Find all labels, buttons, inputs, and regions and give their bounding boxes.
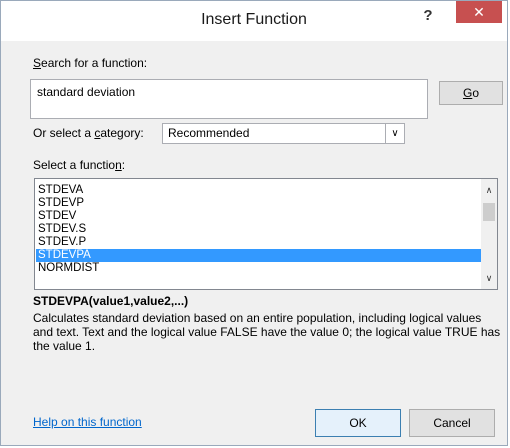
insert-function-dialog: Insert Function ? ✕ Search for a functio… bbox=[0, 0, 508, 446]
category-select[interactable]: Recommended bbox=[162, 123, 405, 144]
list-item[interactable]: STDEVA bbox=[36, 184, 482, 197]
chevron-down-icon[interactable]: ∨ bbox=[385, 123, 405, 144]
go-button-text: o bbox=[472, 86, 480, 100]
search-label-text: earch for a function: bbox=[41, 56, 148, 70]
help-on-function-link[interactable]: Help on this function bbox=[33, 415, 142, 429]
category-label: Or select a category: bbox=[33, 126, 144, 140]
close-icon[interactable]: ✕ bbox=[456, 1, 502, 23]
function-list-label: Select a function: bbox=[33, 158, 125, 172]
scroll-thumb[interactable] bbox=[483, 203, 495, 221]
go-button[interactable]: Go bbox=[439, 81, 503, 105]
cancel-button[interactable]: Cancel bbox=[409, 409, 495, 437]
title-bar: Insert Function ? ✕ bbox=[1, 1, 507, 41]
help-icon[interactable]: ? bbox=[418, 5, 438, 27]
function-listbox[interactable]: STDEVA STDEVP STDEV STDEV.S STDEV.P STDE… bbox=[34, 178, 498, 290]
list-item[interactable]: STDEVP bbox=[36, 197, 482, 210]
function-description: Calculates standard deviation based on a… bbox=[33, 311, 501, 353]
search-input[interactable]: standard deviation bbox=[30, 79, 428, 119]
list-item[interactable]: STDEV.P bbox=[36, 236, 482, 249]
list-item[interactable]: STDEV bbox=[36, 210, 482, 223]
category-label-after: ategory: bbox=[100, 126, 144, 140]
function-list-label-access-key: n bbox=[115, 158, 122, 172]
ok-button[interactable]: OK bbox=[315, 409, 401, 437]
scroll-down-icon[interactable]: ∨ bbox=[481, 271, 497, 285]
go-button-access-key: G bbox=[462, 86, 473, 100]
list-item[interactable]: STDEV.S bbox=[36, 223, 482, 236]
function-list-label-after: : bbox=[121, 158, 126, 172]
function-list-label-before: Select a functio bbox=[33, 158, 116, 172]
list-scrollbar[interactable]: ∧ ∨ bbox=[481, 179, 497, 289]
list-item[interactable]: NORMDIST bbox=[36, 262, 482, 275]
search-label: Search for a function: bbox=[33, 56, 147, 70]
search-label-access-key: S bbox=[33, 56, 42, 70]
scroll-up-icon[interactable]: ∧ bbox=[481, 183, 497, 197]
list-item-selected[interactable]: STDEVPA bbox=[36, 249, 482, 262]
category-label-before: Or select a bbox=[33, 126, 95, 140]
function-signature: STDEVPA(value1,value2,...) bbox=[33, 294, 189, 308]
